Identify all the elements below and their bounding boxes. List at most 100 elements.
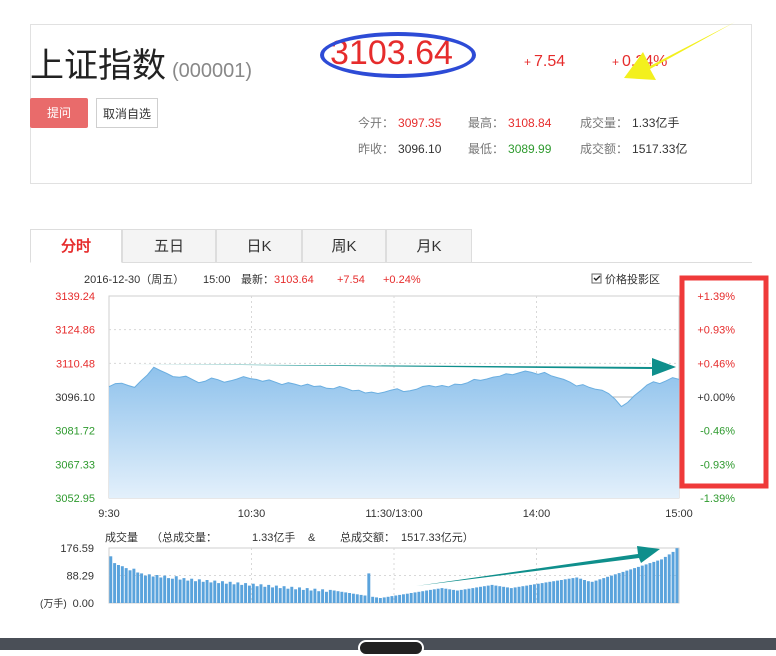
time-tick-label: 15:00 [665, 508, 693, 520]
volume-bar [667, 554, 671, 603]
volume-bar [271, 587, 275, 603]
time-tick-label: 10:30 [238, 508, 266, 520]
volume-bar [459, 589, 463, 603]
volume-bar [656, 560, 660, 603]
time-tick-label: 14:00 [523, 508, 551, 520]
volume-bar [217, 583, 221, 603]
price-y-axis: 3139.24 3124.86 3110.48 3096.10 3081.72 3067.… [55, 291, 95, 505]
volume-bar [205, 580, 209, 603]
volume-bar [636, 566, 640, 603]
volume-bar [186, 580, 190, 603]
volume-bar [278, 588, 282, 603]
volume-bar [448, 589, 452, 603]
volume-bar [317, 591, 321, 603]
amount-total: 1517.33亿元） [401, 531, 474, 544]
price-tick-label: 3124.86 [55, 325, 95, 337]
volume-bar [240, 584, 244, 603]
volume-bar [625, 570, 629, 603]
volume-bar [475, 587, 479, 603]
volume-bar [140, 573, 144, 603]
volume-bar [513, 587, 517, 603]
projection-checkbox-label: 价格投影区 [605, 272, 660, 286]
volume-bar [394, 595, 398, 603]
volume-bar [471, 588, 475, 603]
volume-bar [286, 588, 290, 603]
volume-bar [425, 590, 429, 603]
volume-bar [267, 584, 271, 603]
price-tick-label: 3110.48 [56, 358, 95, 370]
volume-bar [663, 556, 667, 603]
volume-bar [452, 589, 456, 603]
volume-bar [494, 585, 498, 603]
volume-bar [467, 588, 471, 603]
volume-bar [255, 586, 259, 603]
volume-bar [117, 565, 120, 603]
volume-bar [163, 575, 167, 603]
intraday-chart: 2016-12-30（周五） 15:00 最新： 3103.64 +7.54 +… [40, 22, 769, 610]
volume-bar [594, 580, 598, 603]
volume-bar [502, 586, 506, 603]
volume-bar [251, 583, 255, 603]
volume-bar [336, 591, 340, 603]
volume-bar [124, 568, 128, 603]
volume-bar [382, 597, 386, 603]
chart-change: +7.54 [337, 274, 365, 286]
volume-bar [190, 578, 194, 603]
time-tick-label: 11:30/13:00 [365, 508, 422, 520]
chart-change-pct: +0.24% [383, 274, 421, 286]
chart-latest: 3103.64 [274, 274, 314, 286]
volume-bar [529, 584, 533, 603]
volume-bar [351, 593, 355, 603]
volume-bar [525, 585, 529, 603]
pct-tick-label: -0.93% [700, 459, 735, 471]
volume-bar [340, 591, 344, 603]
pct-tick-label: +0.00% [697, 392, 735, 404]
volume-bar [247, 585, 251, 603]
volume-bar [598, 579, 602, 603]
volume-bar [613, 574, 617, 603]
volume-bar [313, 588, 317, 603]
volume-bar [151, 576, 155, 603]
volume-tick-label: 0.00 [73, 598, 94, 610]
volume-bar [579, 578, 583, 603]
volume-bar [633, 568, 637, 603]
volume-bar [671, 551, 675, 603]
volume-bar [132, 568, 136, 603]
volume-bar [159, 577, 163, 603]
volume-bar [332, 590, 336, 603]
volume-bar [359, 594, 363, 603]
volume-bar [324, 591, 328, 603]
volume-bar [167, 578, 171, 603]
volume-bar [244, 583, 248, 603]
volume-bar [228, 581, 232, 603]
volume-bar [147, 574, 151, 603]
volume-bar [321, 589, 325, 603]
volume-bar [648, 563, 652, 603]
volume-bar [402, 594, 405, 603]
volume-bar [583, 580, 586, 603]
volume-total-label: （总成交量： [151, 530, 217, 544]
volume-bar [540, 583, 544, 603]
pct-tick-label: -1.39% [700, 493, 735, 505]
volume-bar [298, 587, 301, 603]
volume-bar [367, 573, 371, 603]
volume-bar [463, 589, 467, 603]
volume-bar [197, 579, 201, 603]
chart-latest-label: 最新： [241, 272, 274, 286]
volume-bar [567, 578, 571, 603]
volume-bar [220, 581, 224, 603]
volume-bar [532, 584, 536, 603]
projection-checkbox[interactable] [591, 273, 602, 284]
time-x-axis: 9:30 10:30 11:30/13:00 14:00 15:00 [98, 508, 692, 520]
volume-bar [259, 584, 263, 603]
volume-bar [440, 588, 444, 603]
taskbar-pill[interactable] [358, 640, 424, 656]
volume-bar [421, 591, 425, 603]
volume-bar [552, 581, 556, 603]
volume-bar [409, 593, 413, 603]
volume-bar [209, 582, 213, 603]
volume-bar [590, 581, 594, 603]
volume-bar [455, 590, 459, 603]
volume-bar [675, 548, 679, 603]
volume-bar [617, 573, 621, 603]
